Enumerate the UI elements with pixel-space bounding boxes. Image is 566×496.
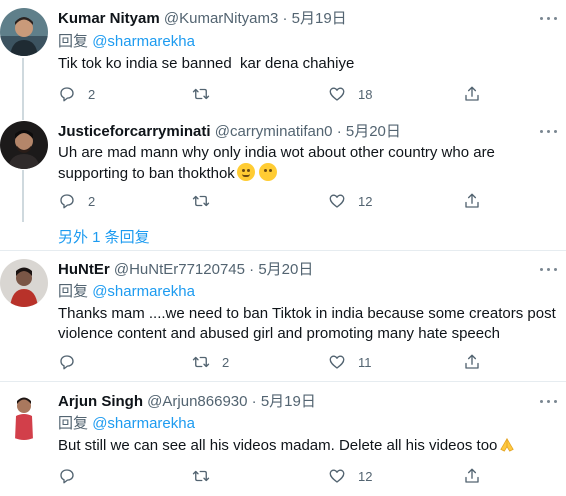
show-more-replies-link[interactable]: 另外 1 条回复 xyxy=(58,226,150,247)
avatar[interactable] xyxy=(0,392,48,440)
share-button[interactable] xyxy=(463,466,481,486)
author-handle[interactable]: @carryminatifan0 xyxy=(215,123,333,140)
separator-dot: · xyxy=(251,393,257,410)
reply-mention-link[interactable]: @sharmarekha xyxy=(92,415,195,432)
retweet-button[interactable] xyxy=(192,466,222,486)
tweet[interactable]: HuNtEr @HuNtEr77120745 · 5月20日 回复 @sharm… xyxy=(0,251,566,381)
tweet-actions: 2 12 xyxy=(58,191,498,211)
more-options-icon[interactable] xyxy=(538,13,560,25)
retweet-button[interactable]: 2 xyxy=(192,352,229,372)
tweet-text-content: Thanks mam ....we need to ban Tiktok in … xyxy=(58,305,560,342)
tweet-header: HuNtEr @HuNtEr77120745 · 5月20日 xyxy=(58,260,313,280)
author-name[interactable]: Arjun Singh xyxy=(58,393,143,410)
reply-mention-link[interactable]: @sharmarekha xyxy=(92,283,195,300)
tweet-text: Tik tok ko india se banned kar dena chah… xyxy=(58,54,563,74)
share-icon xyxy=(465,354,479,369)
tweet-header: Arjun Singh @Arjun866930 · 5月19日 xyxy=(58,392,316,412)
reply-button[interactable] xyxy=(58,466,88,486)
reply-icon xyxy=(60,355,74,370)
like-count: 12 xyxy=(358,468,373,484)
tweet-actions: 2 11 xyxy=(58,352,498,372)
share-button[interactable] xyxy=(463,352,481,372)
reply-to-line: 回复 @sharmarekha xyxy=(58,282,195,302)
tweet-text-content: Uh are mad mann why only india wot about… xyxy=(58,144,500,182)
tweet-text: Uh are mad mann why only india wot about… xyxy=(58,143,563,184)
reply-prefix: 回复 xyxy=(58,33,89,50)
tweet-text: Thanks mam ....we need to ban Tiktok in … xyxy=(58,304,563,344)
like-button[interactable]: 12 xyxy=(328,466,372,486)
heart-icon xyxy=(329,355,345,369)
tweet-date[interactable]: 5月19日 xyxy=(261,393,316,410)
reply-prefix: 回复 xyxy=(58,415,89,432)
author-handle[interactable]: @KumarNityam3 xyxy=(164,10,278,27)
reply-mention-link[interactable]: @sharmarekha xyxy=(92,33,195,50)
share-icon xyxy=(465,193,479,208)
author-name[interactable]: Justiceforcarryminati xyxy=(58,123,211,140)
like-button[interactable]: 11 xyxy=(328,352,372,372)
like-count: 18 xyxy=(358,86,373,102)
share-icon xyxy=(465,468,479,483)
share-icon xyxy=(465,86,479,101)
reply-icon xyxy=(60,194,74,209)
avatar[interactable] xyxy=(0,259,48,307)
retweet-button[interactable] xyxy=(192,84,222,104)
reply-count: 2 xyxy=(88,193,96,209)
like-count: 12 xyxy=(358,193,373,209)
retweet-icon xyxy=(192,356,210,368)
grinning-squint-emoji-icon xyxy=(236,163,255,181)
tweet-text-content: Tik tok ko india se banned kar dena chah… xyxy=(58,55,355,72)
reply-icon xyxy=(60,469,74,484)
tweet-text-content: But still we can see all his videos mada… xyxy=(58,437,498,454)
retweet-count: 2 xyxy=(222,354,230,370)
more-options-icon[interactable] xyxy=(538,264,560,276)
tweet[interactable]: Arjun Singh @Arjun866930 · 5月19日 回复 @sha… xyxy=(0,382,566,496)
retweet-icon xyxy=(192,88,210,100)
tweet-actions: 12 xyxy=(58,466,498,486)
reply-count: 2 xyxy=(88,86,96,102)
tweet-date[interactable]: 5月19日 xyxy=(292,10,347,27)
like-button[interactable]: 18 xyxy=(328,84,372,104)
tweet-date[interactable]: 5月20日 xyxy=(346,123,401,140)
tweet[interactable]: Kumar Nityam @KumarNityam3 · 5月19日 回复 @s… xyxy=(0,0,566,115)
like-count: 11 xyxy=(358,354,372,370)
tweet-header: Kumar Nityam @KumarNityam3 · 5月19日 xyxy=(58,9,347,29)
reply-button[interactable]: 2 xyxy=(58,84,95,104)
more-options-icon[interactable] xyxy=(538,396,560,408)
reply-icon xyxy=(60,87,74,102)
tweet-header: Justiceforcarryminati @carryminatifan0 ·… xyxy=(58,122,401,142)
author-name[interactable]: HuNtEr xyxy=(58,261,110,278)
folded-hands-emoji-icon xyxy=(500,437,515,452)
avatar[interactable] xyxy=(0,121,48,169)
tweet-text: But still we can see all his videos mada… xyxy=(58,436,563,456)
separator-dot: · xyxy=(249,261,255,278)
reply-to-line: 回复 @sharmarekha xyxy=(58,414,195,434)
author-handle[interactable]: @HuNtEr77120745 xyxy=(114,261,245,278)
heart-icon xyxy=(329,469,345,483)
reply-to-line: 回复 @sharmarekha xyxy=(58,32,195,52)
retweet-icon xyxy=(192,195,210,207)
author-handle[interactable]: @Arjun866930 xyxy=(147,393,247,410)
more-options-icon[interactable] xyxy=(538,126,560,138)
reply-button[interactable]: 2 xyxy=(58,191,95,211)
tweet-date[interactable]: 5月20日 xyxy=(258,261,313,278)
retweet-icon xyxy=(192,470,210,482)
separator-dot: · xyxy=(282,10,288,27)
share-button[interactable] xyxy=(463,84,481,104)
thinking-face-emoji-icon xyxy=(258,163,277,181)
heart-icon xyxy=(329,194,345,208)
tweet[interactable]: Justiceforcarryminati @carryminatifan0 ·… xyxy=(0,115,566,250)
avatar[interactable] xyxy=(0,8,48,56)
tweet-actions: 2 18 xyxy=(58,84,498,104)
share-button[interactable] xyxy=(463,191,481,211)
heart-icon xyxy=(329,87,345,101)
separator-dot: · xyxy=(336,123,342,140)
reply-prefix: 回复 xyxy=(58,283,89,300)
author-name[interactable]: Kumar Nityam xyxy=(58,10,160,27)
retweet-button[interactable] xyxy=(192,191,222,211)
like-button[interactable]: 12 xyxy=(328,191,372,211)
reply-button[interactable] xyxy=(58,352,88,372)
